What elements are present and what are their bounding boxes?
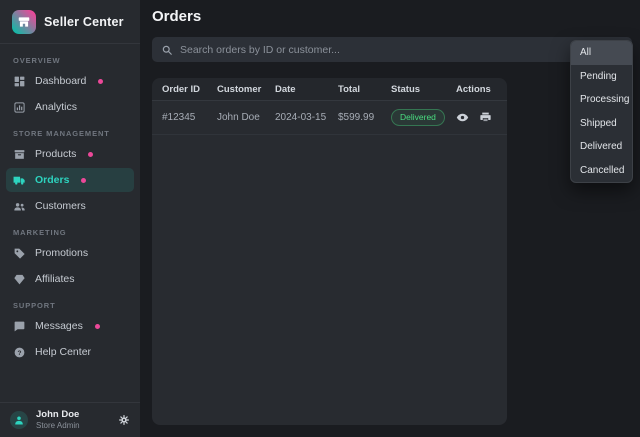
app-title: Seller Center (44, 15, 124, 29)
status-filter-dropdown: All Pending Processing Shipped Delivered… (570, 40, 633, 183)
avatar (10, 411, 28, 429)
person-icon (13, 414, 25, 426)
sidebar-item-label: Messages (35, 320, 83, 332)
settings-button[interactable] (118, 414, 130, 426)
column-header-customer: Customer (217, 84, 275, 95)
nav-section-overview: OVERVIEW (6, 48, 134, 69)
notification-dot (98, 79, 103, 84)
sidebar-item-label: Orders (35, 174, 69, 186)
sidebar-nav: OVERVIEW Dashboard Analytics STORE MANAG… (0, 44, 140, 402)
column-header-order-id: Order ID (162, 84, 217, 95)
sidebar-item-analytics[interactable]: Analytics (6, 95, 134, 119)
filter-option-processing[interactable]: Processing (571, 88, 632, 112)
truck-icon (13, 174, 26, 187)
user-meta: John Doe Store Admin (36, 409, 80, 431)
sidebar-item-label: Analytics (35, 101, 77, 113)
filter-option-cancelled[interactable]: Cancelled (571, 159, 632, 183)
sidebar-item-affiliates[interactable]: Affiliates (6, 267, 134, 291)
table-header-row: Order ID Customer Date Total Status Acti… (152, 78, 507, 101)
sidebar-item-label: Customers (35, 200, 86, 212)
sidebar-item-customers[interactable]: Customers (6, 194, 134, 218)
notification-dot (88, 152, 93, 157)
search-input[interactable] (180, 44, 623, 56)
order-id-cell: #12345 (162, 112, 217, 123)
sidebar: Seller Center OVERVIEW Dashboard Analyti… (0, 0, 140, 437)
main-content: Orders Order ID Customer Date Total Stat… (140, 0, 640, 437)
column-header-total: Total (338, 84, 391, 95)
filter-option-delivered[interactable]: Delivered (571, 135, 632, 159)
total-cell: $599.99 (338, 112, 391, 123)
printer-icon (479, 111, 492, 124)
notification-dot (95, 324, 100, 329)
search-bar (152, 37, 632, 62)
filter-option-all[interactable]: All (571, 41, 632, 65)
orders-table: Order ID Customer Date Total Status Acti… (152, 78, 507, 425)
gear-icon (118, 414, 130, 426)
sidebar-item-label: Promotions (35, 247, 88, 259)
sidebar-item-label: Dashboard (35, 75, 86, 87)
sidebar-item-messages[interactable]: Messages (6, 314, 134, 338)
status-badge: Delivered (391, 109, 445, 125)
sidebar-item-orders[interactable]: Orders (6, 168, 134, 192)
sidebar-item-promotions[interactable]: Promotions (6, 241, 134, 265)
app-logo (12, 10, 36, 34)
nav-section-support: SUPPORT (6, 293, 134, 314)
notification-dot (81, 178, 86, 183)
view-order-button[interactable] (456, 111, 469, 124)
svg-text:?: ? (18, 349, 22, 356)
user-name: John Doe (36, 409, 80, 421)
column-header-date: Date (275, 84, 338, 95)
gem-icon (13, 273, 26, 286)
column-header-status: Status (391, 84, 456, 95)
filter-option-shipped[interactable]: Shipped (571, 112, 632, 136)
search-icon (161, 44, 173, 56)
date-cell: 2024-03-15 (275, 112, 338, 123)
sidebar-item-products[interactable]: Products (6, 142, 134, 166)
user-role: Store Admin (36, 421, 80, 431)
tag-icon (13, 247, 26, 260)
actions-cell (456, 111, 497, 124)
archive-box-icon (13, 148, 26, 161)
user-section: John Doe Store Admin (0, 402, 140, 437)
customer-cell: John Doe (217, 112, 275, 123)
storefront-icon (17, 15, 31, 29)
nav-section-marketing: MARKETING (6, 220, 134, 241)
people-icon (13, 200, 26, 213)
nav-section-store-management: STORE MANAGEMENT (6, 121, 134, 142)
eye-icon (456, 111, 469, 124)
analytics-icon (13, 101, 26, 114)
chat-icon (13, 320, 26, 333)
column-header-actions: Actions (456, 84, 497, 95)
status-cell: Delivered (391, 109, 456, 125)
page-title: Orders (152, 8, 201, 25)
table-row[interactable]: #12345 John Doe 2024-03-15 $599.99 Deliv… (152, 101, 507, 135)
filter-option-pending[interactable]: Pending (571, 65, 632, 89)
print-order-button[interactable] (479, 111, 492, 124)
sidebar-item-label: Products (35, 148, 76, 160)
help-circle-icon: ? (13, 346, 26, 359)
sidebar-item-dashboard[interactable]: Dashboard (6, 69, 134, 93)
sidebar-item-label: Affiliates (35, 273, 75, 285)
dashboard-icon (13, 75, 26, 88)
sidebar-header: Seller Center (0, 0, 140, 44)
sidebar-item-label: Help Center (35, 346, 91, 358)
sidebar-item-help-center[interactable]: ? Help Center (6, 340, 134, 364)
